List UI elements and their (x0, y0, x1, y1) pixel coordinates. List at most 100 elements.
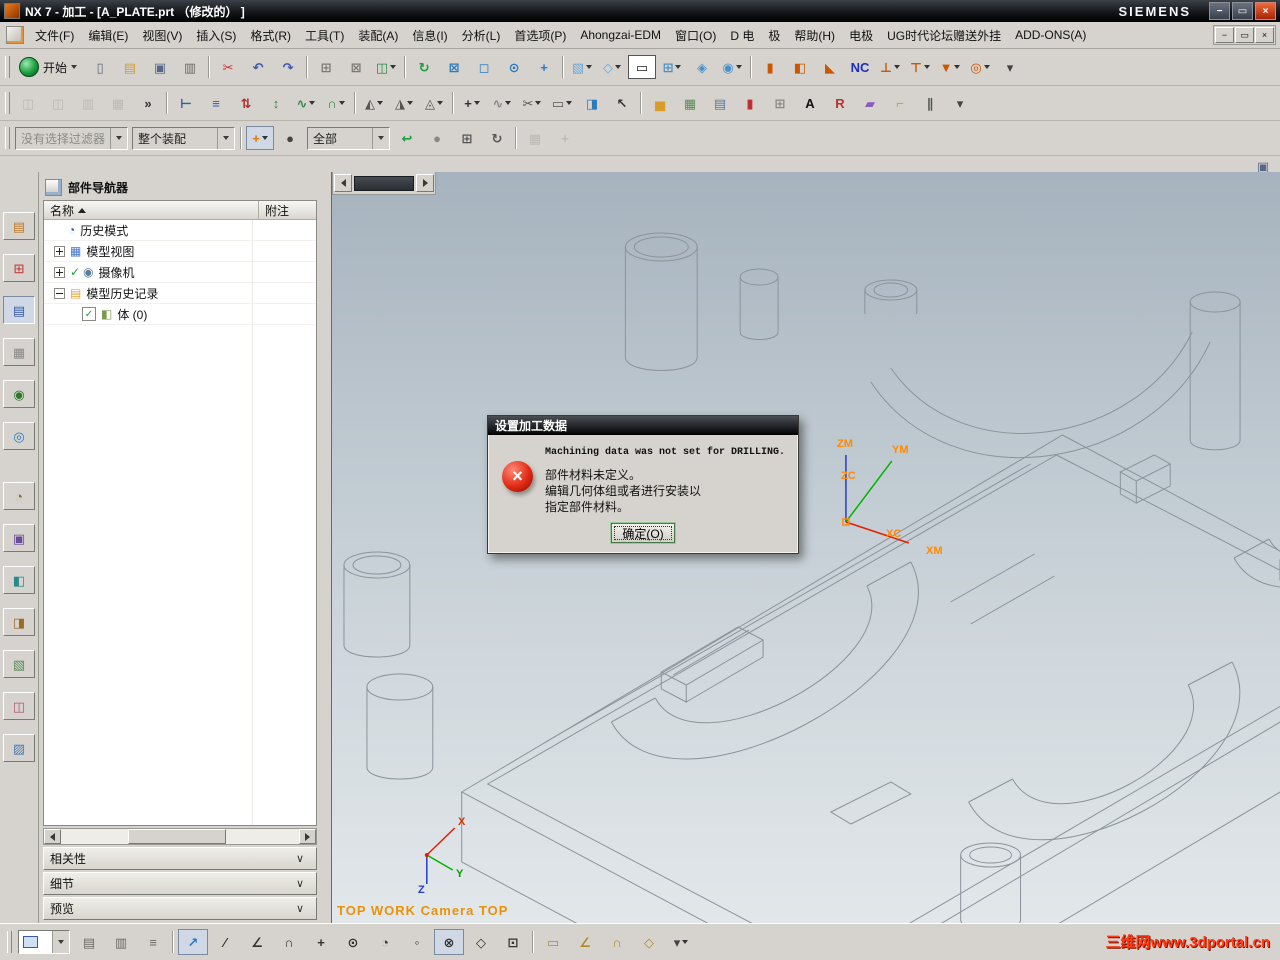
measure-parallel-icon[interactable]: ∥ (916, 91, 944, 115)
snap-intersection-icon[interactable]: + (306, 929, 336, 955)
navigator-horizontal-scrollbar[interactable] (43, 828, 317, 845)
menu-item[interactable]: 首选项(P) (507, 24, 573, 47)
tree-item-model-history[interactable]: ▤ 模型历史记录 (44, 283, 316, 304)
mdi-restore-button[interactable]: ▭ (1235, 27, 1254, 43)
trim-tool-icon[interactable]: ✂ (518, 91, 546, 115)
save-icon[interactable]: ▣ (146, 55, 174, 79)
menu-item[interactable]: 插入(S) (189, 24, 243, 47)
tree-item-body[interactable]: ✓ ◧ 体 (0) (44, 304, 316, 325)
section-details[interactable]: 细节 ∨ (43, 872, 317, 895)
pan-view-icon[interactable]: + (530, 55, 558, 79)
drill-cycle-icon[interactable]: ▼ (936, 55, 964, 79)
grid-tool-icon[interactable]: ⊞ (766, 91, 794, 115)
mdi-close-button[interactable]: × (1255, 27, 1274, 43)
spreadsheet-icon[interactable]: ▦ (676, 91, 704, 115)
text-style-r-icon[interactable]: R (826, 91, 854, 115)
combo-arrow-icon[interactable] (110, 127, 127, 149)
collapse-icon[interactable] (54, 287, 65, 299)
snap-point-settings-icon[interactable]: + (246, 126, 274, 150)
create-tool-icon[interactable]: ▮ (756, 55, 784, 79)
tree-item-model-views[interactable]: ▦ 模型视图 (44, 241, 316, 262)
back-selection-icon[interactable]: ↩ (393, 126, 421, 150)
scrollbar-thumb[interactable] (127, 829, 226, 844)
clipboard-history-icon[interactable]: ▦ (104, 91, 132, 115)
align-lines-icon[interactable]: ≡ (202, 91, 230, 115)
copy-object-icon[interactable]: ◨ (578, 91, 606, 115)
menu-item[interactable]: 格式(R) (243, 24, 298, 47)
process-studio-icon[interactable]: ▣ (3, 524, 35, 552)
datum-grid-icon[interactable]: ▦ (521, 126, 549, 150)
print-icon[interactable]: ▥ (176, 55, 204, 79)
refresh-view-icon[interactable]: ↻ (410, 55, 438, 79)
menu-item[interactable]: 电极 (842, 24, 880, 47)
section-dependencies[interactable]: 相关性 ∨ (43, 847, 317, 870)
active-view-tab[interactable] (354, 175, 414, 191)
reuse-library-icon[interactable]: ▦ (3, 338, 35, 366)
point-tool-icon[interactable]: + (458, 91, 486, 115)
wrench-icon[interactable]: ⌐ (886, 91, 914, 115)
layer-settings-icon[interactable]: ▤ (74, 929, 104, 955)
layer-visible-icon[interactable]: ▥ (106, 929, 136, 955)
box-select-icon[interactable]: ▭ (548, 91, 576, 115)
close-button[interactable]: × (1255, 2, 1276, 20)
operation-group-3-icon[interactable]: ◬ (420, 91, 448, 115)
menu-item[interactable]: UG时代论坛赠送外挂 (880, 24, 1008, 47)
rotate-wcs-icon[interactable]: ↻ (483, 126, 511, 150)
constraint-navigator-icon[interactable]: ⊞ (3, 254, 35, 282)
create-geometry-icon[interactable]: ⊤ (906, 55, 934, 79)
chevron-down-icon[interactable]: ∨ (290, 851, 310, 867)
lathe-tool-icon[interactable]: ◎ (966, 55, 994, 79)
tree-item-history-mode[interactable]: ◔ 历史模式 (44, 220, 316, 241)
assembly-navigator-icon[interactable]: ▤ (3, 212, 35, 240)
menu-item[interactable]: 极 (761, 24, 787, 47)
machine-vise-icon[interactable]: ◧ (786, 55, 814, 79)
paste-transform-icon[interactable]: ⊞ (312, 55, 340, 79)
snap-endpoint-icon[interactable]: ∕ (210, 929, 240, 955)
create-operation-icon[interactable]: ⊥ (876, 55, 904, 79)
menu-item[interactable]: 帮助(H) (787, 24, 842, 47)
snap-options-icon[interactable]: ▾ (666, 929, 696, 955)
crosshair-box-icon[interactable]: ⊞ (453, 126, 481, 150)
web-browser-icon[interactable]: ◎ (3, 422, 35, 450)
menu-item[interactable]: ADD-ONS(A) (1008, 25, 1093, 45)
manufacturing-wizard-icon[interactable]: ◧ (3, 566, 35, 594)
ok-button[interactable]: 确定(O) (611, 523, 675, 543)
toolbar-options-icon[interactable]: ▾ (996, 55, 1024, 79)
chevron-down-icon[interactable]: ∨ (290, 901, 310, 917)
measure-body-icon[interactable]: ◇ (634, 929, 664, 955)
general-selection-sphere-icon[interactable]: ● (423, 126, 451, 150)
fit-view-icon[interactable]: ⊠ (440, 55, 468, 79)
object-info-icon[interactable]: ◫ (372, 55, 400, 79)
minimize-button[interactable]: − (1209, 2, 1230, 20)
orient-view-icon[interactable]: ⊞ (658, 55, 686, 79)
scroll-right-icon[interactable] (299, 829, 316, 844)
chart-icon[interactable]: ▅ (646, 91, 674, 115)
nc-job-icon[interactable]: NC (846, 55, 874, 79)
snap-existing-point-icon[interactable]: ◦ (402, 929, 432, 955)
snap-arc-center-icon[interactable]: ⊙ (338, 929, 368, 955)
menu-item[interactable]: 信息(I) (405, 24, 454, 47)
combo-arrow-icon[interactable] (52, 931, 69, 953)
notebook-icon[interactable]: ▤ (706, 91, 734, 115)
new-file-icon[interactable]: ▯ (86, 55, 114, 79)
tree-item-cameras[interactable]: ✓ ◉ 摄像机 (44, 262, 316, 283)
snapshot-icon[interactable]: ◈ (688, 55, 716, 79)
redo-icon[interactable]: ↷ (274, 55, 302, 79)
shaded-display-icon[interactable]: ▧ (568, 55, 596, 79)
toolbar-grip[interactable] (5, 92, 10, 114)
menu-item[interactable]: 分析(L) (455, 24, 508, 47)
selection-scope-combo[interactable]: 整个装配 (132, 126, 235, 150)
scrollbar-track[interactable] (61, 829, 299, 844)
align-objects-icon[interactable]: ⊢ (172, 91, 200, 115)
toolbar-options-2-icon[interactable]: ▾ (946, 91, 974, 115)
menu-item[interactable]: 视图(V) (135, 24, 189, 47)
menu-item[interactable]: 编辑(E) (81, 24, 135, 47)
groups-palette-icon[interactable]: ◫ (3, 692, 35, 720)
snap-scope-combo[interactable]: 全部 (307, 126, 390, 150)
paste-icon[interactable]: ◫ (14, 91, 42, 115)
paste-special-icon[interactable]: ◫ (44, 91, 72, 115)
sort-order-icon[interactable]: ⇅ (232, 91, 260, 115)
snap-midpoint-icon[interactable]: ∠ (242, 929, 272, 955)
spline-tool-icon[interactable]: ∿ (488, 91, 516, 115)
mdi-minimize-button[interactable]: − (1215, 27, 1234, 43)
